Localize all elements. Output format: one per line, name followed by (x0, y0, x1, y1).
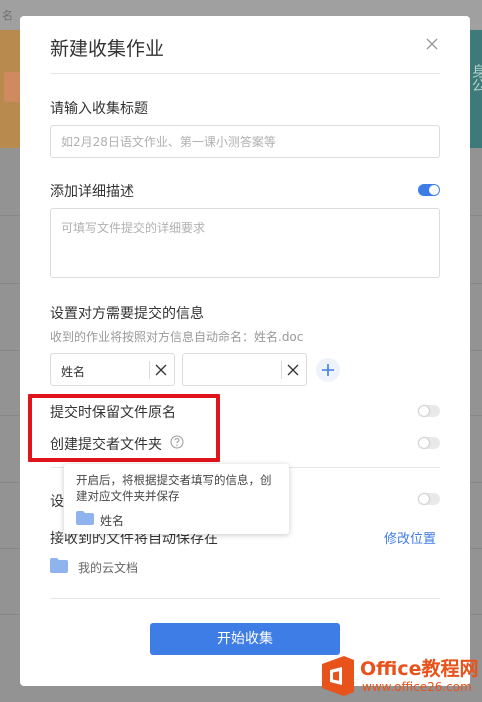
background-banner-left (0, 30, 22, 148)
new-collection-dialog: 新建收集作业 请输入收集标题 添加详细描述 设置对方需要提交的信息 收到的作业将… (20, 16, 470, 686)
background-row-divider (0, 215, 22, 216)
toggle-knob (419, 438, 429, 448)
watermark: Office教程网 www.office26.com (318, 652, 482, 702)
office-logo-icon (322, 656, 354, 696)
watermark-url: www.office26.com (362, 680, 472, 694)
description-label: 添加详细描述 (50, 184, 134, 200)
background-row-divider (0, 614, 22, 615)
background-row-divider (0, 350, 22, 351)
description-textarea[interactable] (50, 208, 440, 278)
toggle-knob (419, 406, 429, 416)
dialog-title: 新建收集作业 (50, 38, 165, 60)
background-row-divider (0, 415, 22, 416)
header-divider (50, 73, 440, 74)
toggle-knob (419, 494, 429, 504)
info-field-value: 姓名 (61, 365, 86, 379)
watermark-name: Office教程网 (360, 658, 479, 680)
submitter-folder-toggle[interactable] (418, 437, 440, 449)
help-tooltip: 开启后，将根据提交者填写的信息，创建对应文件夹并保存 姓名 (64, 464, 289, 534)
start-collecting-button[interactable]: 开始收集 (150, 623, 340, 655)
close-icon[interactable] (422, 34, 442, 54)
add-field-button[interactable] (316, 358, 340, 382)
tooltip-text: 开启后，将根据提交者填写的信息，创建对应文件夹并保存 (76, 473, 272, 503)
background-row-divider (0, 548, 22, 549)
plus-icon (322, 364, 334, 376)
background-topbar-text: 名 (2, 9, 13, 22)
background-row-divider (0, 283, 22, 284)
submitter-info-label: 设置对方需要提交的信息 (50, 306, 204, 322)
remove-field-icon[interactable] (154, 363, 168, 377)
folder-icon (50, 558, 68, 573)
highlight-annotation (28, 394, 220, 462)
background-row-divider (0, 482, 22, 483)
field-separator (149, 361, 150, 379)
change-location-link[interactable]: 修改位置 (384, 528, 436, 547)
info-field-name[interactable]: 姓名 (50, 353, 175, 386)
remove-field-icon[interactable] (286, 363, 300, 377)
option-toggle[interactable] (418, 493, 440, 505)
submitter-info-hint: 收到的作业将按照对方信息自动命名：姓名.doc (50, 330, 304, 344)
field-separator (281, 361, 282, 379)
keep-filename-toggle[interactable] (418, 405, 440, 417)
footer-divider (50, 598, 440, 599)
option-label-partial: 设 (50, 494, 64, 510)
tooltip-folder-name: 姓名 (100, 514, 125, 528)
save-folder-name: 我的云文档 (78, 561, 139, 575)
description-toggle[interactable] (418, 184, 440, 196)
toggle-knob (429, 185, 439, 195)
info-field-empty[interactable] (182, 353, 307, 386)
folder-icon (76, 511, 94, 525)
title-input[interactable] (50, 125, 440, 158)
title-input-label: 请输入收集标题 (50, 101, 148, 117)
